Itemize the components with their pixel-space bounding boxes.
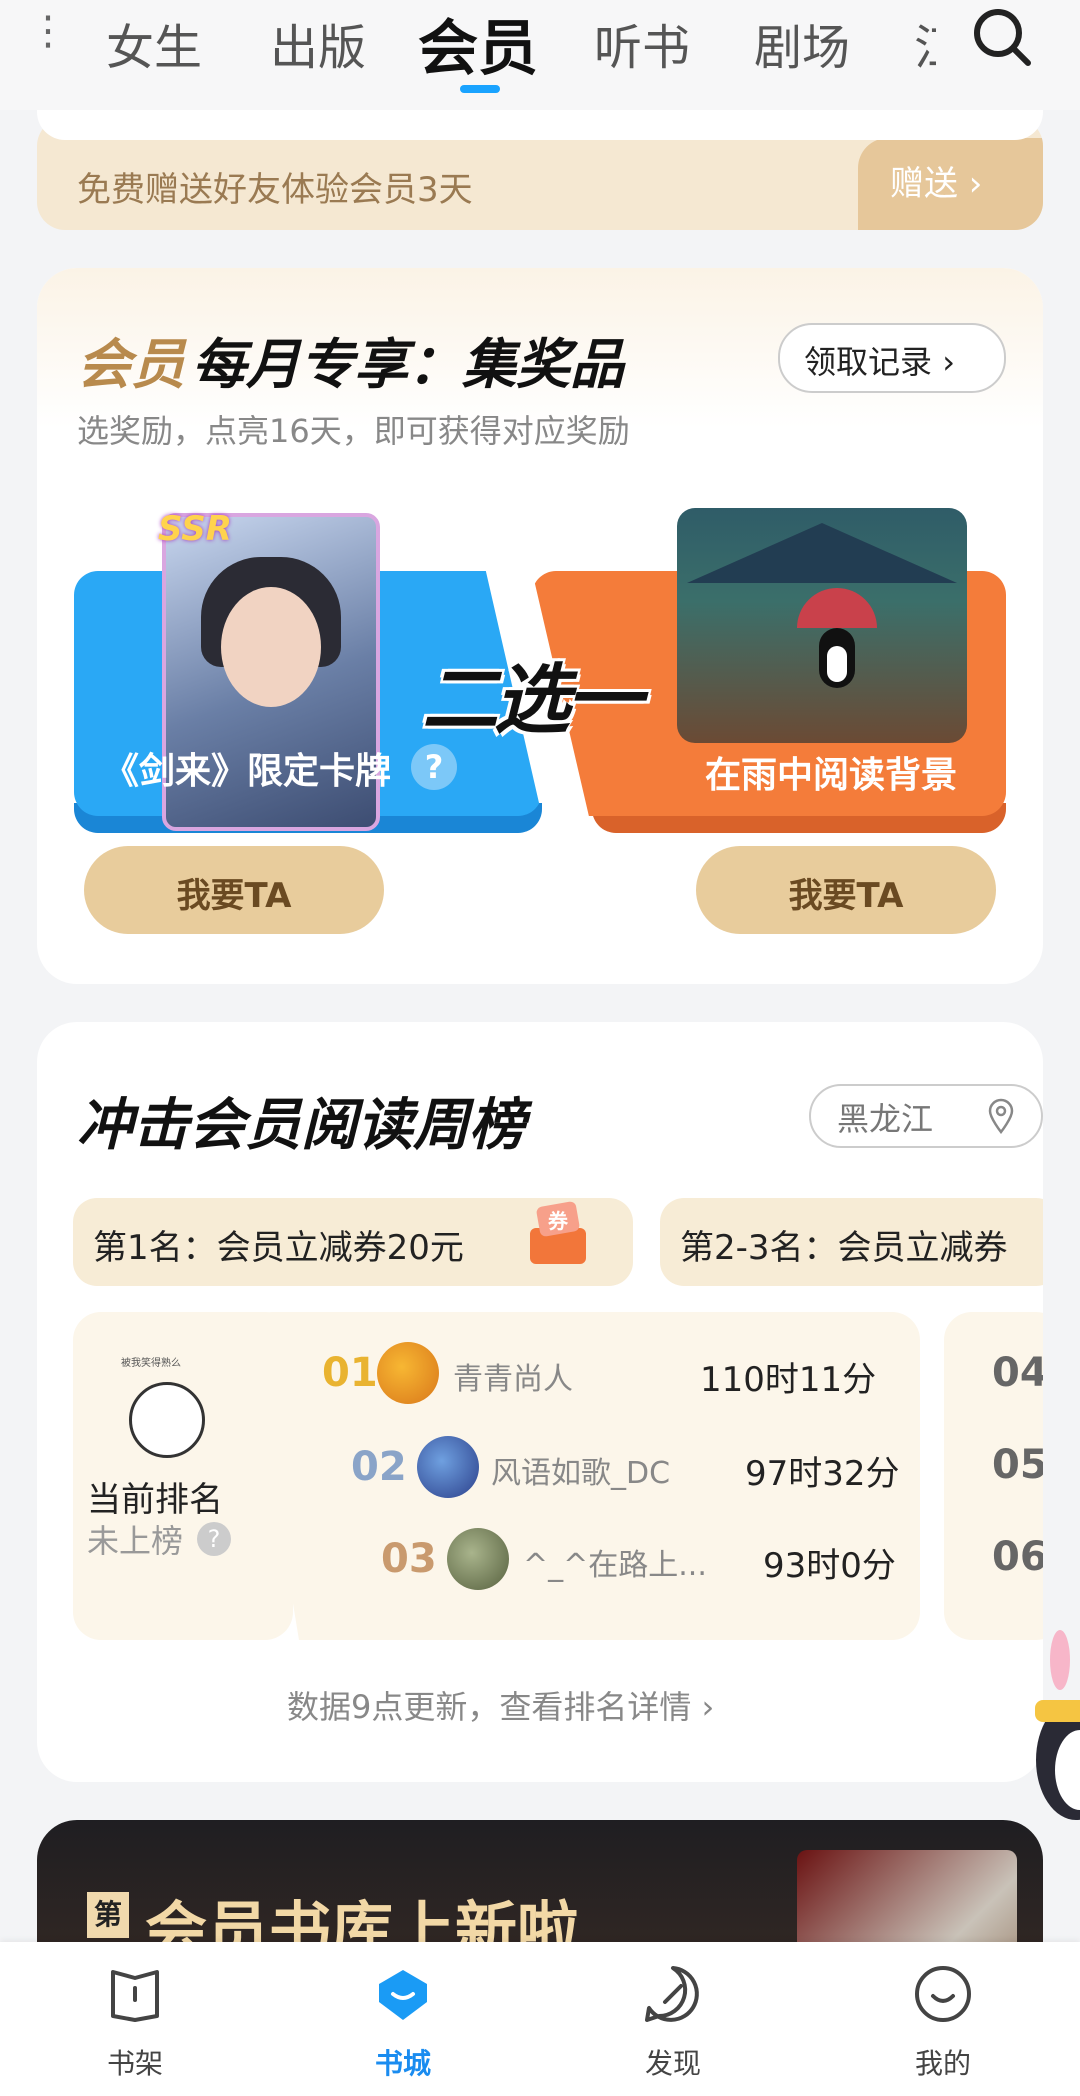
gift-button-label: 赠送 ›: [890, 164, 983, 204]
rank-list-panel[interactable]: 01 青青尚人 110时11分 02 风语如歌_DC 97时32分 03 ^_^…: [245, 1312, 920, 1640]
current-rank-status: 未上榜: [87, 1522, 184, 1560]
rank-user-name: ^_^在路上...: [523, 1548, 707, 1583]
more-dots-icon[interactable]: ⋮: [28, 11, 68, 51]
rank-row[interactable]: 03 ^_^在路上... 93时0分: [245, 1522, 920, 1602]
rank-row[interactable]: 02 风语如歌_DC 97时32分: [245, 1430, 920, 1510]
tab-theater[interactable]: 剧场: [754, 8, 850, 78]
prize-tag-second: 第2-3名：会员立减券: [660, 1198, 1043, 1286]
tab-underline: [460, 85, 500, 93]
banner-number-tag: 第: [87, 1892, 129, 1938]
help-icon[interactable]: ?: [197, 1522, 231, 1556]
weekly-rank-card: 冲击会员阅读周榜 黑龙江 第1名：会员立减券20元 券 第2-3名：会员立减券 …: [37, 1022, 1043, 1782]
house-roof: [687, 523, 957, 583]
want-button-rain-bg[interactable]: 我要TA: [696, 846, 996, 934]
rank-number: 03: [381, 1536, 437, 1582]
weekly-rank-title: 冲击会员阅读周榜: [77, 1093, 525, 1158]
option-label-jianlai: 《剑来》限定卡牌: [103, 751, 392, 792]
compass-icon: [645, 1966, 699, 2022]
smile-icon: [915, 1966, 971, 2022]
card-art-face: [221, 587, 321, 707]
location-pin-icon: [988, 1098, 1014, 1134]
claim-record-label: 领取记录 ›: [804, 343, 955, 381]
tab-label: 书架: [106, 2047, 163, 2080]
rank-user-name: 风语如歌_DC: [491, 1456, 671, 1491]
svg-text:券: 券: [547, 1209, 569, 1233]
rank-number: 05: [992, 1442, 1043, 1488]
prize-label: 第1名：会员立减券20元: [93, 1228, 464, 1268]
coupon-gift-icon: 券: [530, 1201, 586, 1264]
rank-read-time: 93时0分: [763, 1546, 896, 1586]
tab-mine[interactable]: 我的: [868, 1962, 1018, 2082]
avatar: [129, 1382, 205, 1458]
rank-row[interactable]: 01 青青尚人 110时11分: [245, 1336, 920, 1416]
gift-text: 免费赠送好友体验会员3天: [77, 170, 473, 210]
monthly-title-prefix: 会员: [77, 333, 185, 396]
tab-partial[interactable]: 江: [914, 8, 936, 78]
top-nav: ⋮ 女生 出版 会员 听书 剧场 江: [0, 0, 1080, 110]
tab-member[interactable]: 会员: [418, 0, 538, 87]
prize-label: 第2-3名：会员立减券: [680, 1228, 1008, 1268]
rank-user-name: 青青尚人: [453, 1362, 573, 1397]
rank-number: 02: [351, 1444, 407, 1490]
tab-publish[interactable]: 出版: [270, 8, 366, 78]
avatar: [377, 1342, 439, 1404]
tab-discover[interactable]: 发现: [598, 1962, 748, 2082]
tab-bookstore[interactable]: 书城: [328, 1962, 478, 2082]
want-button-jianlai[interactable]: 我要TA: [84, 846, 384, 934]
monthly-subtitle: 选奖励，点亮16天，即可获得对应奖励: [77, 412, 630, 450]
rank-details-link[interactable]: 数据9点更新，查看排名详情 ›: [287, 1682, 714, 1728]
bottom-tab-bar: 书架 书城 发现 我的: [0, 1942, 1080, 2096]
search-icon[interactable]: [970, 5, 1034, 69]
region-button[interactable]: 黑龙江: [809, 1084, 1043, 1148]
tab-label: 我的: [914, 2047, 971, 2080]
umbrella-icon: [797, 588, 877, 628]
rain-background-image: [677, 508, 967, 743]
avatar: [417, 1436, 479, 1498]
option-label-rain-bg: 在雨中阅读背景: [705, 755, 958, 796]
penguin-icon: [819, 628, 855, 688]
current-rank-label: 当前排名: [87, 1480, 223, 1520]
pick-one-text: 二选一: [422, 655, 642, 744]
want-button-label: 我要TA: [788, 876, 904, 916]
previous-card-bottom: [37, 110, 1043, 140]
help-icon[interactable]: ?: [411, 744, 457, 790]
bookshelf-icon: [111, 1970, 159, 2022]
rank-read-time: 110时11分: [700, 1360, 877, 1400]
tab-audiobook[interactable]: 听书: [594, 8, 690, 78]
rank-number: 06: [992, 1534, 1043, 1580]
bookstore-icon: [379, 1970, 427, 2020]
region-label: 黑龙江: [837, 1100, 934, 1138]
gift-button[interactable]: 赠送 ›: [858, 138, 1043, 230]
rank-number: 01: [322, 1350, 378, 1396]
tab-label: 书城: [374, 2047, 431, 2080]
want-button-label: 我要TA: [176, 876, 292, 916]
tab-female[interactable]: 女生: [106, 8, 202, 78]
rank-read-time: 97时32分: [745, 1454, 900, 1494]
ssr-badge: SSR: [158, 509, 232, 549]
tab-label: 发现: [644, 2047, 701, 2080]
monthly-reward-card: 会员 每月专享：集奖品 选奖励，点亮16天，即可获得对应奖励 领取记录 › SS…: [37, 268, 1043, 984]
claim-record-button[interactable]: 领取记录 ›: [778, 323, 1006, 393]
tab-bookshelf[interactable]: 书架: [60, 1962, 210, 2082]
avatar: [447, 1528, 509, 1590]
monthly-title: 每月专享：集奖品: [192, 333, 624, 396]
avatar-caption: 被我笑得熟么: [121, 1358, 181, 1369]
penguin-belly: [827, 646, 847, 682]
rank-number: 04: [992, 1350, 1043, 1396]
